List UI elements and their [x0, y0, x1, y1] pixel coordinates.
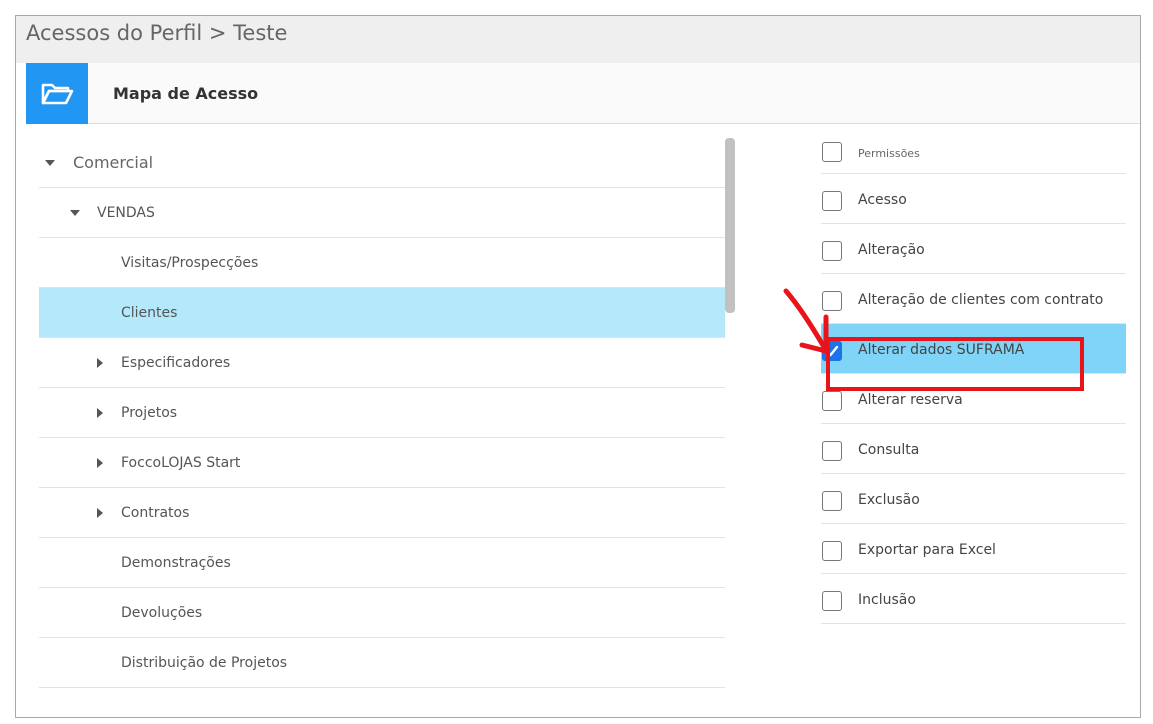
permission-row[interactable]: Alterar dados SUFRAMA	[821, 324, 1126, 374]
permission-row[interactable]: Alteração de clientes com contrato	[821, 274, 1126, 324]
permission-checkbox[interactable]	[822, 241, 842, 261]
title-bar: Acessos do Perfil > Teste	[16, 16, 1140, 63]
permission-checkbox[interactable]	[822, 491, 842, 511]
permission-row[interactable]: Alterar reserva	[821, 374, 1126, 424]
tree-item-label: Demonstrações	[121, 554, 231, 571]
permission-label: Consulta	[858, 442, 920, 458]
tree-item-label: Visitas/Prospecções	[121, 254, 259, 271]
tree-item[interactable]: Clientes	[39, 288, 725, 338]
tree-item-label: Devoluções	[121, 604, 203, 621]
caret-right-icon[interactable]	[97, 357, 103, 368]
tree-item[interactable]: Contratos	[39, 488, 725, 538]
permission-label: Alteração	[858, 242, 925, 258]
permission-row[interactable]: Exclusão	[821, 474, 1126, 524]
tree-item-label: Comercial	[73, 153, 154, 172]
permission-checkbox[interactable]	[822, 441, 842, 461]
permission-label: Alterar dados SUFRAMA	[858, 342, 1025, 358]
tree-item[interactable]: Distribuição de Projetos	[39, 638, 725, 688]
tree-item-label: Clientes	[121, 304, 178, 321]
permissions-header: Permissões	[821, 124, 1126, 174]
permission-label: Acesso	[858, 192, 907, 208]
panel-header: Mapa de Acesso	[26, 63, 1140, 124]
tree-item[interactable]: FoccoLOJAS Start	[39, 438, 725, 488]
permissions-list: Permissões Acesso Alteração Alteração de c…	[821, 124, 1126, 624]
page-title: Acessos do Perfil > Teste	[26, 21, 288, 45]
tree-item-label: VENDAS	[97, 204, 155, 221]
permission-checkbox[interactable]	[822, 391, 842, 411]
access-tree: Comercial VENDAS Visitas/Prospecções Client…	[39, 138, 725, 688]
tree-item-label: Projetos	[121, 404, 178, 421]
select-all-checkbox[interactable]	[822, 142, 842, 162]
tree-item[interactable]: Projetos	[39, 388, 725, 438]
tree-scrollbar[interactable]	[725, 138, 735, 313]
tree-item[interactable]: Comercial	[39, 138, 725, 188]
permission-checkbox[interactable]	[822, 541, 842, 561]
permission-checkbox[interactable]	[822, 191, 842, 211]
annotation-arrow-icon	[783, 288, 829, 354]
permissions-header-label: Permissões	[858, 147, 920, 160]
tree-item-label: Contratos	[121, 504, 190, 521]
folder-open-icon	[26, 63, 88, 124]
permission-row[interactable]: Acesso	[821, 174, 1126, 224]
caret-down-icon[interactable]	[45, 159, 55, 166]
permission-label: Alteração de clientes com contrato	[858, 292, 1104, 308]
caret-right-icon[interactable]	[97, 407, 103, 418]
tree-item-label: Distribuição de Projetos	[121, 654, 288, 671]
permission-label: Inclusão	[858, 592, 916, 608]
caret-right-icon[interactable]	[97, 457, 103, 468]
permission-row[interactable]: Inclusão	[821, 574, 1126, 624]
permission-row[interactable]: Alteração	[821, 224, 1126, 274]
panel-title: Mapa de Acesso	[113, 84, 259, 103]
tree-item[interactable]: VENDAS	[39, 188, 725, 238]
permission-label: Alterar reserva	[858, 392, 963, 408]
caret-right-icon[interactable]	[97, 507, 103, 518]
permission-row[interactable]: Exportar para Excel	[821, 524, 1126, 574]
tree-item[interactable]: Visitas/Prospecções	[39, 238, 725, 288]
tree-item-label: FoccoLOJAS Start	[121, 454, 241, 471]
permission-label: Exportar para Excel	[858, 542, 996, 558]
tree-item-label: Especificadores	[121, 354, 231, 371]
tree-item[interactable]: Especificadores	[39, 338, 725, 388]
caret-down-icon[interactable]	[70, 209, 80, 216]
permission-checkbox[interactable]	[822, 591, 842, 611]
permission-row[interactable]: Consulta	[821, 424, 1126, 474]
permission-label: Exclusão	[858, 492, 920, 508]
tree-item[interactable]: Demonstrações	[39, 538, 725, 588]
tree-item[interactable]: Devoluções	[39, 588, 725, 638]
